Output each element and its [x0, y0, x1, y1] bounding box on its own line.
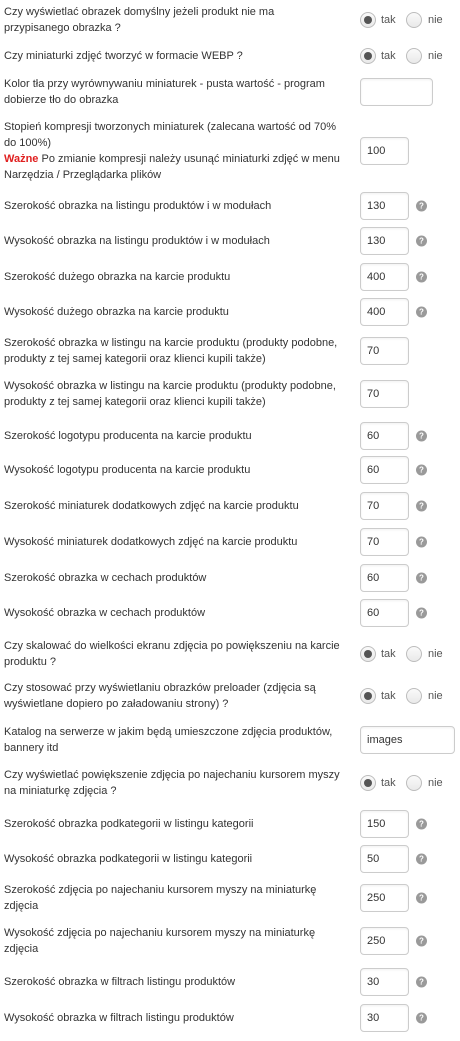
setting-label: Czy stosować przy wyświetlaniu obrazków …	[4, 682, 316, 710]
help-icon[interactable]: ?	[416, 935, 427, 947]
radio-no[interactable]	[406, 12, 422, 28]
setting-label: Stopień kompresji tworzonych miniaturek …	[4, 119, 349, 183]
radio-yes-label: tak	[381, 648, 396, 660]
radio-yes[interactable]	[360, 688, 376, 704]
radio-yes[interactable]	[360, 646, 376, 662]
setting-label: Szerokość obrazka podkategorii w listing…	[4, 818, 254, 830]
radio-yes-label: tak	[381, 50, 396, 62]
setting-label: Wysokość dużego obrazka na karcie produk…	[4, 306, 229, 318]
setting-label: Kolor tła przy wyrównywaniu miniaturek -…	[4, 78, 325, 106]
setting-label: Katalog na serwerze w jakim będą umieszc…	[4, 726, 333, 754]
size-input[interactable]: 150	[360, 810, 409, 838]
help-icon[interactable]: ?	[416, 306, 427, 318]
radio-no-label: nie	[428, 14, 443, 26]
catalog-input[interactable]: images	[360, 726, 455, 754]
setting-label: Szerokość obrazka na listingu produktów …	[4, 200, 272, 212]
size-input[interactable]: 50	[360, 845, 409, 873]
setting-label: Czy miniaturki zdjęć tworzyć w formacie …	[4, 50, 243, 62]
setting-label: Szerokość dużego obrazka na karcie produ…	[4, 271, 231, 283]
size-input[interactable]: 400	[360, 263, 409, 291]
help-icon[interactable]: ?	[416, 892, 427, 904]
radio-no[interactable]	[406, 48, 422, 64]
help-icon[interactable]: ?	[416, 976, 427, 988]
setting-label: Wysokość obrazka podkategorii w listingu…	[4, 853, 253, 865]
help-icon[interactable]: ?	[416, 430, 427, 442]
setting-label: Szerokość miniaturek dodatkowych zdjęć n…	[4, 500, 299, 512]
help-icon[interactable]: ?	[416, 1012, 427, 1024]
setting-label: Wysokość obrazka w listingu na karcie pr…	[4, 380, 336, 408]
help-icon[interactable]: ?	[416, 235, 427, 247]
setting-label: Szerokość logotypu producenta na karcie …	[4, 430, 252, 442]
size-input[interactable]: 70	[360, 337, 409, 365]
setting-label: Wysokość zdjęcia po najechaniu kursorem …	[4, 927, 316, 955]
radio-no-label: nie	[428, 690, 443, 702]
radio-yes-label: tak	[381, 777, 396, 789]
radio-no[interactable]	[406, 688, 422, 704]
help-icon[interactable]: ?	[416, 500, 427, 512]
compression-label: Stopień kompresji tworzonych miniaturek …	[4, 121, 336, 149]
radio-yes-label: tak	[381, 690, 396, 702]
setting-label: Czy wyświetlać obrazek domyślny jeżeli p…	[4, 6, 275, 34]
radio-yes[interactable]	[360, 775, 376, 791]
size-input[interactable]: 70	[360, 528, 409, 556]
radio-no-label: nie	[428, 648, 443, 660]
size-input[interactable]: 70	[360, 380, 409, 408]
size-input[interactable]: 130	[360, 192, 409, 220]
radio-yes[interactable]	[360, 48, 376, 64]
warning-word: Ważne	[4, 153, 39, 165]
setting-label: Czy skalować do wielkości ekranu zdjęcia…	[4, 640, 340, 668]
radio-yes[interactable]	[360, 12, 376, 28]
compression-input[interactable]: 100	[360, 137, 409, 165]
radio-no[interactable]	[406, 646, 422, 662]
radio-no-label: nie	[428, 777, 443, 789]
help-icon[interactable]: ?	[416, 271, 427, 283]
size-input[interactable]: 400	[360, 298, 409, 326]
size-input[interactable]: 70	[360, 492, 409, 520]
size-input[interactable]: 60	[360, 422, 409, 450]
setting-label: Szerokość obrazka w listingu na karcie p…	[4, 337, 338, 365]
setting-label: Czy wyświetlać powiększenie zdjęcia po n…	[4, 769, 340, 797]
setting-label: Wysokość obrazka w cechach produktów	[4, 607, 206, 619]
warning-text: Po zmianie kompresji należy usunąć minia…	[4, 153, 340, 181]
size-input[interactable]: 30	[360, 968, 409, 996]
help-icon[interactable]: ?	[416, 464, 427, 476]
help-icon[interactable]: ?	[416, 536, 427, 548]
setting-label: Szerokość obrazka w filtrach listingu pr…	[4, 976, 236, 988]
help-icon[interactable]: ?	[416, 607, 427, 619]
help-icon[interactable]: ?	[416, 572, 427, 584]
size-input[interactable]: 130	[360, 227, 409, 255]
setting-label: Wysokość logotypu producenta na karcie p…	[4, 464, 251, 476]
radio-no-label: nie	[428, 50, 443, 62]
help-icon[interactable]: ?	[416, 853, 427, 865]
size-input[interactable]: 250	[360, 927, 409, 955]
setting-label: Szerokość obrazka w cechach produktów	[4, 572, 207, 584]
size-input[interactable]: 60	[360, 456, 409, 484]
size-input[interactable]: 30	[360, 1004, 409, 1032]
size-input[interactable]: 250	[360, 884, 409, 912]
size-input[interactable]: 60	[360, 564, 409, 592]
radio-no[interactable]	[406, 775, 422, 791]
help-icon[interactable]: ?	[416, 818, 427, 830]
setting-label: Wysokość obrazka na listingu produktów i…	[4, 235, 270, 247]
size-input[interactable]: 60	[360, 599, 409, 627]
radio-yes-label: tak	[381, 14, 396, 26]
bg-color-input[interactable]	[360, 78, 433, 106]
setting-label: Szerokość zdjęcia po najechaniu kursorem…	[4, 884, 317, 912]
setting-label: Wysokość obrazka w filtrach listingu pro…	[4, 1012, 234, 1024]
help-icon[interactable]: ?	[416, 200, 427, 212]
setting-label: Wysokość miniaturek dodatkowych zdjęć na…	[4, 536, 298, 548]
